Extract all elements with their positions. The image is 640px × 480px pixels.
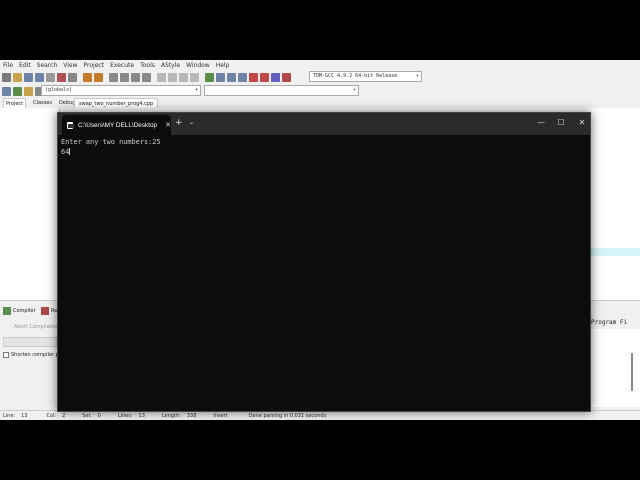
shorten-checkbox[interactable] — [3, 352, 9, 358]
terminal-tab[interactable]: C:\Users\MY DELL\Desktop ✕ — [62, 115, 171, 135]
terminal-tab-title: C:\Users\MY DELL\Desktop — [78, 121, 158, 129]
status-length-label: Length: — [161, 412, 181, 419]
tab-project[interactable]: Project — [3, 98, 27, 108]
indent-icon[interactable] — [157, 72, 166, 82]
scope-select[interactable]: (globals) ▾ — [41, 85, 201, 96]
terminal-line: Enter any two numbers:25 — [61, 138, 161, 146]
new-file-icon[interactable] — [2, 72, 11, 82]
compile-icon[interactable] — [205, 72, 214, 82]
menu-window[interactable]: Window — [186, 62, 210, 69]
save-all-icon[interactable] — [35, 72, 44, 82]
abort-compilation-button[interactable]: Abort Compilation — [14, 323, 59, 331]
panel-tabs: Project Classes Debug — [0, 98, 79, 108]
shorten-checkbox-label: Shorten compiler p — [11, 352, 59, 358]
compiler-select[interactable]: TDM-GCC 4.9.2 64-bit Release ▾ — [309, 71, 422, 82]
menu-bar: File Edit Search View Project Execute To… — [0, 60, 640, 70]
terminal-input-line[interactable]: 64 — [61, 147, 589, 157]
chevron-down-icon: ▾ — [194, 87, 198, 93]
redo-icon[interactable] — [94, 72, 103, 82]
undo-icon[interactable] — [83, 72, 92, 82]
run-icon[interactable] — [216, 72, 225, 82]
toggle-bookmark-icon[interactable] — [24, 86, 33, 96]
status-col-label: Col: — [46, 412, 57, 419]
menu-tools[interactable]: Tools — [140, 62, 155, 69]
close-button[interactable]: ✕ — [576, 117, 588, 129]
text-cursor — [69, 148, 71, 155]
chevron-down-icon: ▾ — [352, 87, 356, 93]
terminal-output[interactable]: Enter any two numbers:25 64 — [61, 137, 589, 409]
resources-icon — [41, 307, 49, 315]
editor-file-tab[interactable]: swap_two_number_prog4.cpp — [74, 98, 159, 108]
save-icon[interactable] — [24, 72, 33, 82]
scope-select-value: (globals) — [45, 87, 73, 93]
scrollbar-thumb[interactable] — [631, 353, 633, 391]
bookmark-icon[interactable] — [190, 72, 199, 82]
status-length-value: 338 — [186, 412, 197, 419]
compile-run-icon[interactable] — [227, 72, 236, 82]
replace-icon[interactable] — [120, 72, 129, 82]
menu-search[interactable]: Search — [37, 62, 58, 69]
close-all-icon[interactable] — [57, 72, 66, 82]
print-icon[interactable] — [68, 72, 77, 82]
debug-icon[interactable] — [260, 72, 269, 82]
toggle-comment-icon[interactable] — [179, 72, 188, 82]
menu-astyle[interactable]: AStyle — [161, 62, 180, 69]
menu-execute[interactable]: Execute — [110, 62, 134, 69]
status-sel-label: Sel: — [82, 412, 92, 419]
progress-bar — [3, 337, 57, 347]
insert-icon[interactable] — [13, 86, 22, 96]
project-panel — [0, 108, 60, 300]
status-mode: Insert — [213, 412, 228, 419]
delete-profile-icon[interactable] — [282, 72, 291, 82]
tab-debug[interactable]: Debug — [59, 98, 75, 108]
tab-compiler[interactable]: Compiler — [13, 307, 36, 315]
terminal-titlebar[interactable]: C:\Users\MY DELL\Desktop ✕ + ⌄ — ☐ ✕ — [58, 113, 590, 135]
status-message: Done parsing in 0.031 seconds — [248, 412, 327, 419]
new-tab-button[interactable]: + — [175, 118, 183, 128]
find-icon[interactable] — [109, 72, 118, 82]
terminal-icon — [67, 121, 75, 129]
output-column-header: Program Fi — [591, 319, 628, 326]
maximize-button[interactable]: ☐ — [555, 117, 567, 129]
status-lines-value: 13 — [138, 412, 145, 419]
menu-project[interactable]: Project — [84, 62, 105, 69]
menu-file[interactable]: File — [3, 62, 13, 69]
close-file-icon[interactable] — [46, 72, 55, 82]
status-sel-value: 0 — [97, 412, 101, 419]
current-line-highlight — [588, 248, 640, 256]
menu-edit[interactable]: Edit — [19, 62, 31, 69]
function-select[interactable]: ▾ — [204, 85, 359, 96]
status-lines-label: Lines: — [117, 412, 133, 419]
tab-classes[interactable]: Classes — [33, 98, 52, 108]
unindent-icon[interactable] — [168, 72, 177, 82]
compiler-icon — [3, 307, 11, 315]
status-line-value: 13 — [21, 412, 28, 419]
rebuild-icon[interactable] — [238, 72, 247, 82]
open-file-icon[interactable] — [13, 72, 22, 82]
stop-icon[interactable] — [249, 72, 258, 82]
status-col-value: 2 — [62, 412, 66, 419]
status-line-label: Line: — [3, 412, 16, 419]
minimize-button[interactable]: — — [535, 117, 547, 129]
new-class-icon[interactable] — [2, 86, 11, 96]
menu-help[interactable]: Help — [216, 62, 230, 69]
find-next-icon[interactable] — [131, 72, 140, 82]
tab-close-icon[interactable]: ✕ — [165, 121, 171, 129]
profile-icon[interactable] — [271, 72, 280, 82]
chevron-down-icon[interactable]: ⌄ — [189, 118, 194, 128]
menu-view[interactable]: View — [63, 62, 77, 69]
terminal-line: 64 — [61, 148, 70, 156]
chevron-down-icon: ▾ — [415, 73, 419, 79]
compiler-select-value: TDM-GCC 4.9.2 64-bit Release — [313, 73, 398, 79]
terminal-window[interactable]: C:\Users\MY DELL\Desktop ✕ + ⌄ — ☐ ✕ Ent… — [57, 112, 591, 412]
goto-line-icon[interactable] — [142, 72, 151, 82]
